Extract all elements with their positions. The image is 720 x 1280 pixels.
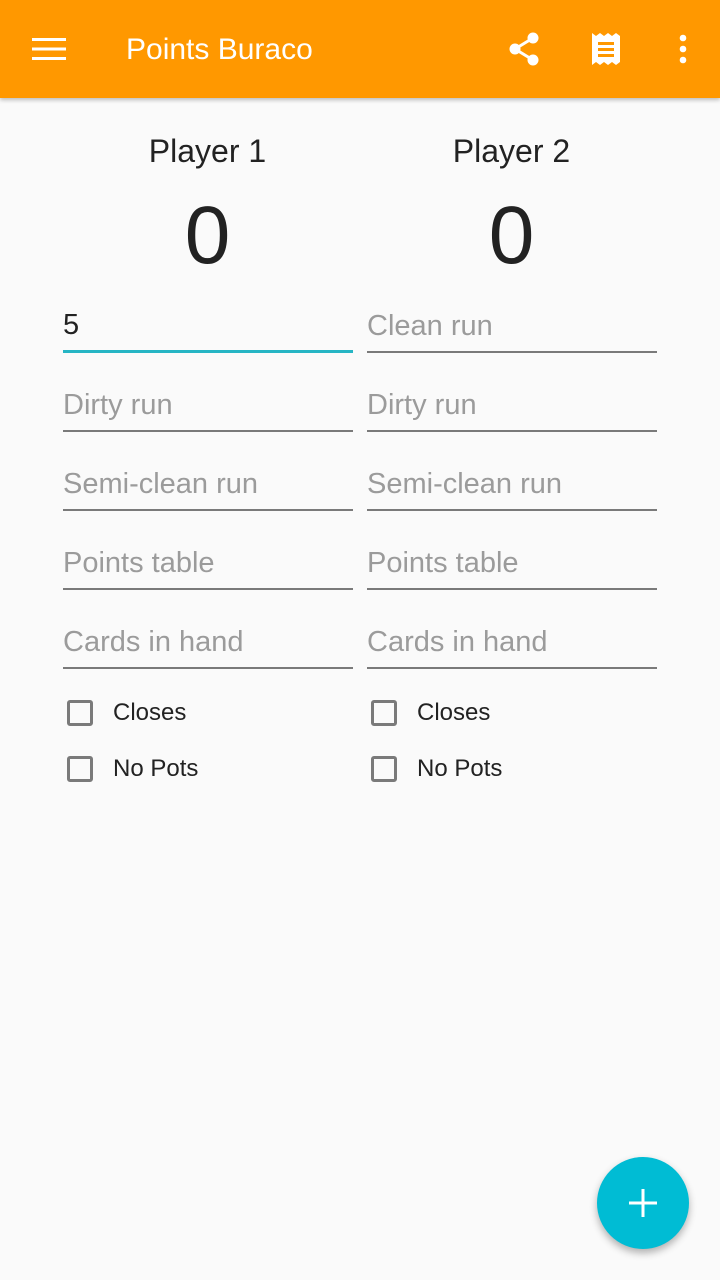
checkbox-box: [67, 700, 93, 726]
player-2-score: 0: [488, 190, 535, 281]
player-2-no-pots-checkbox[interactable]: No Pots: [363, 745, 660, 793]
checkbox-box: [67, 756, 93, 782]
player-2-name[interactable]: Player 2: [363, 129, 660, 169]
player-2-dirty-run-field: [363, 372, 660, 442]
no-pots-label: No Pots: [417, 755, 503, 782]
menu-icon: [32, 38, 66, 60]
player-2-cards-in-hand-input[interactable]: [367, 617, 657, 669]
player-1-cards-in-hand-input[interactable]: [63, 617, 353, 669]
player-1-semi-clean-run-field: [59, 451, 356, 521]
menu-button[interactable]: [4, 4, 94, 94]
receipt-button[interactable]: [569, 11, 643, 87]
player-2-dirty-run-input[interactable]: [367, 380, 657, 432]
player-1-no-pots-checkbox[interactable]: No Pots: [59, 745, 356, 793]
player-1-dirty-run-input[interactable]: [63, 380, 353, 432]
player-2-closes-checkbox[interactable]: Closes: [363, 689, 660, 737]
player-1-points-table-field: [59, 530, 356, 600]
player-1-clean-run-input[interactable]: [63, 300, 353, 353]
player-1-points-table-input[interactable]: [63, 538, 353, 590]
checkbox-box: [371, 700, 397, 726]
player-1-closes-checkbox[interactable]: Closes: [59, 689, 356, 737]
closes-label: Closes: [113, 699, 187, 726]
closes-label: Closes: [417, 699, 491, 726]
app-title: Points Buraco: [126, 33, 313, 66]
player-1-name[interactable]: Player 1: [59, 129, 356, 169]
share-icon: [509, 32, 539, 66]
app-bar: Points Buraco: [0, 0, 720, 98]
more-vert-icon: [679, 34, 687, 64]
player-1-clean-run-field: [59, 293, 356, 363]
more-options-button[interactable]: [650, 11, 716, 87]
share-button[interactable]: [487, 11, 561, 87]
no-pots-label: No Pots: [113, 755, 199, 782]
player-2-points-table-field: [363, 530, 660, 600]
checkbox-box: [371, 756, 397, 782]
player-2-clean-run-input[interactable]: [367, 301, 657, 353]
player-1-semi-clean-run-input[interactable]: [63, 459, 353, 511]
player-2-semi-clean-run-field: [363, 451, 660, 521]
player-1-dirty-run-field: [59, 372, 356, 442]
receipt-icon: [592, 33, 620, 65]
player-2-clean-run-field: [363, 293, 660, 363]
player-1-score: 0: [184, 190, 231, 281]
plus-icon: [629, 1189, 657, 1217]
add-round-button[interactable]: [597, 1157, 689, 1249]
player-1-cards-in-hand-field: [59, 609, 356, 679]
player-2-points-table-input[interactable]: [367, 538, 657, 590]
player-2-cards-in-hand-field: [363, 609, 660, 679]
player-2-semi-clean-run-input[interactable]: [367, 459, 657, 511]
